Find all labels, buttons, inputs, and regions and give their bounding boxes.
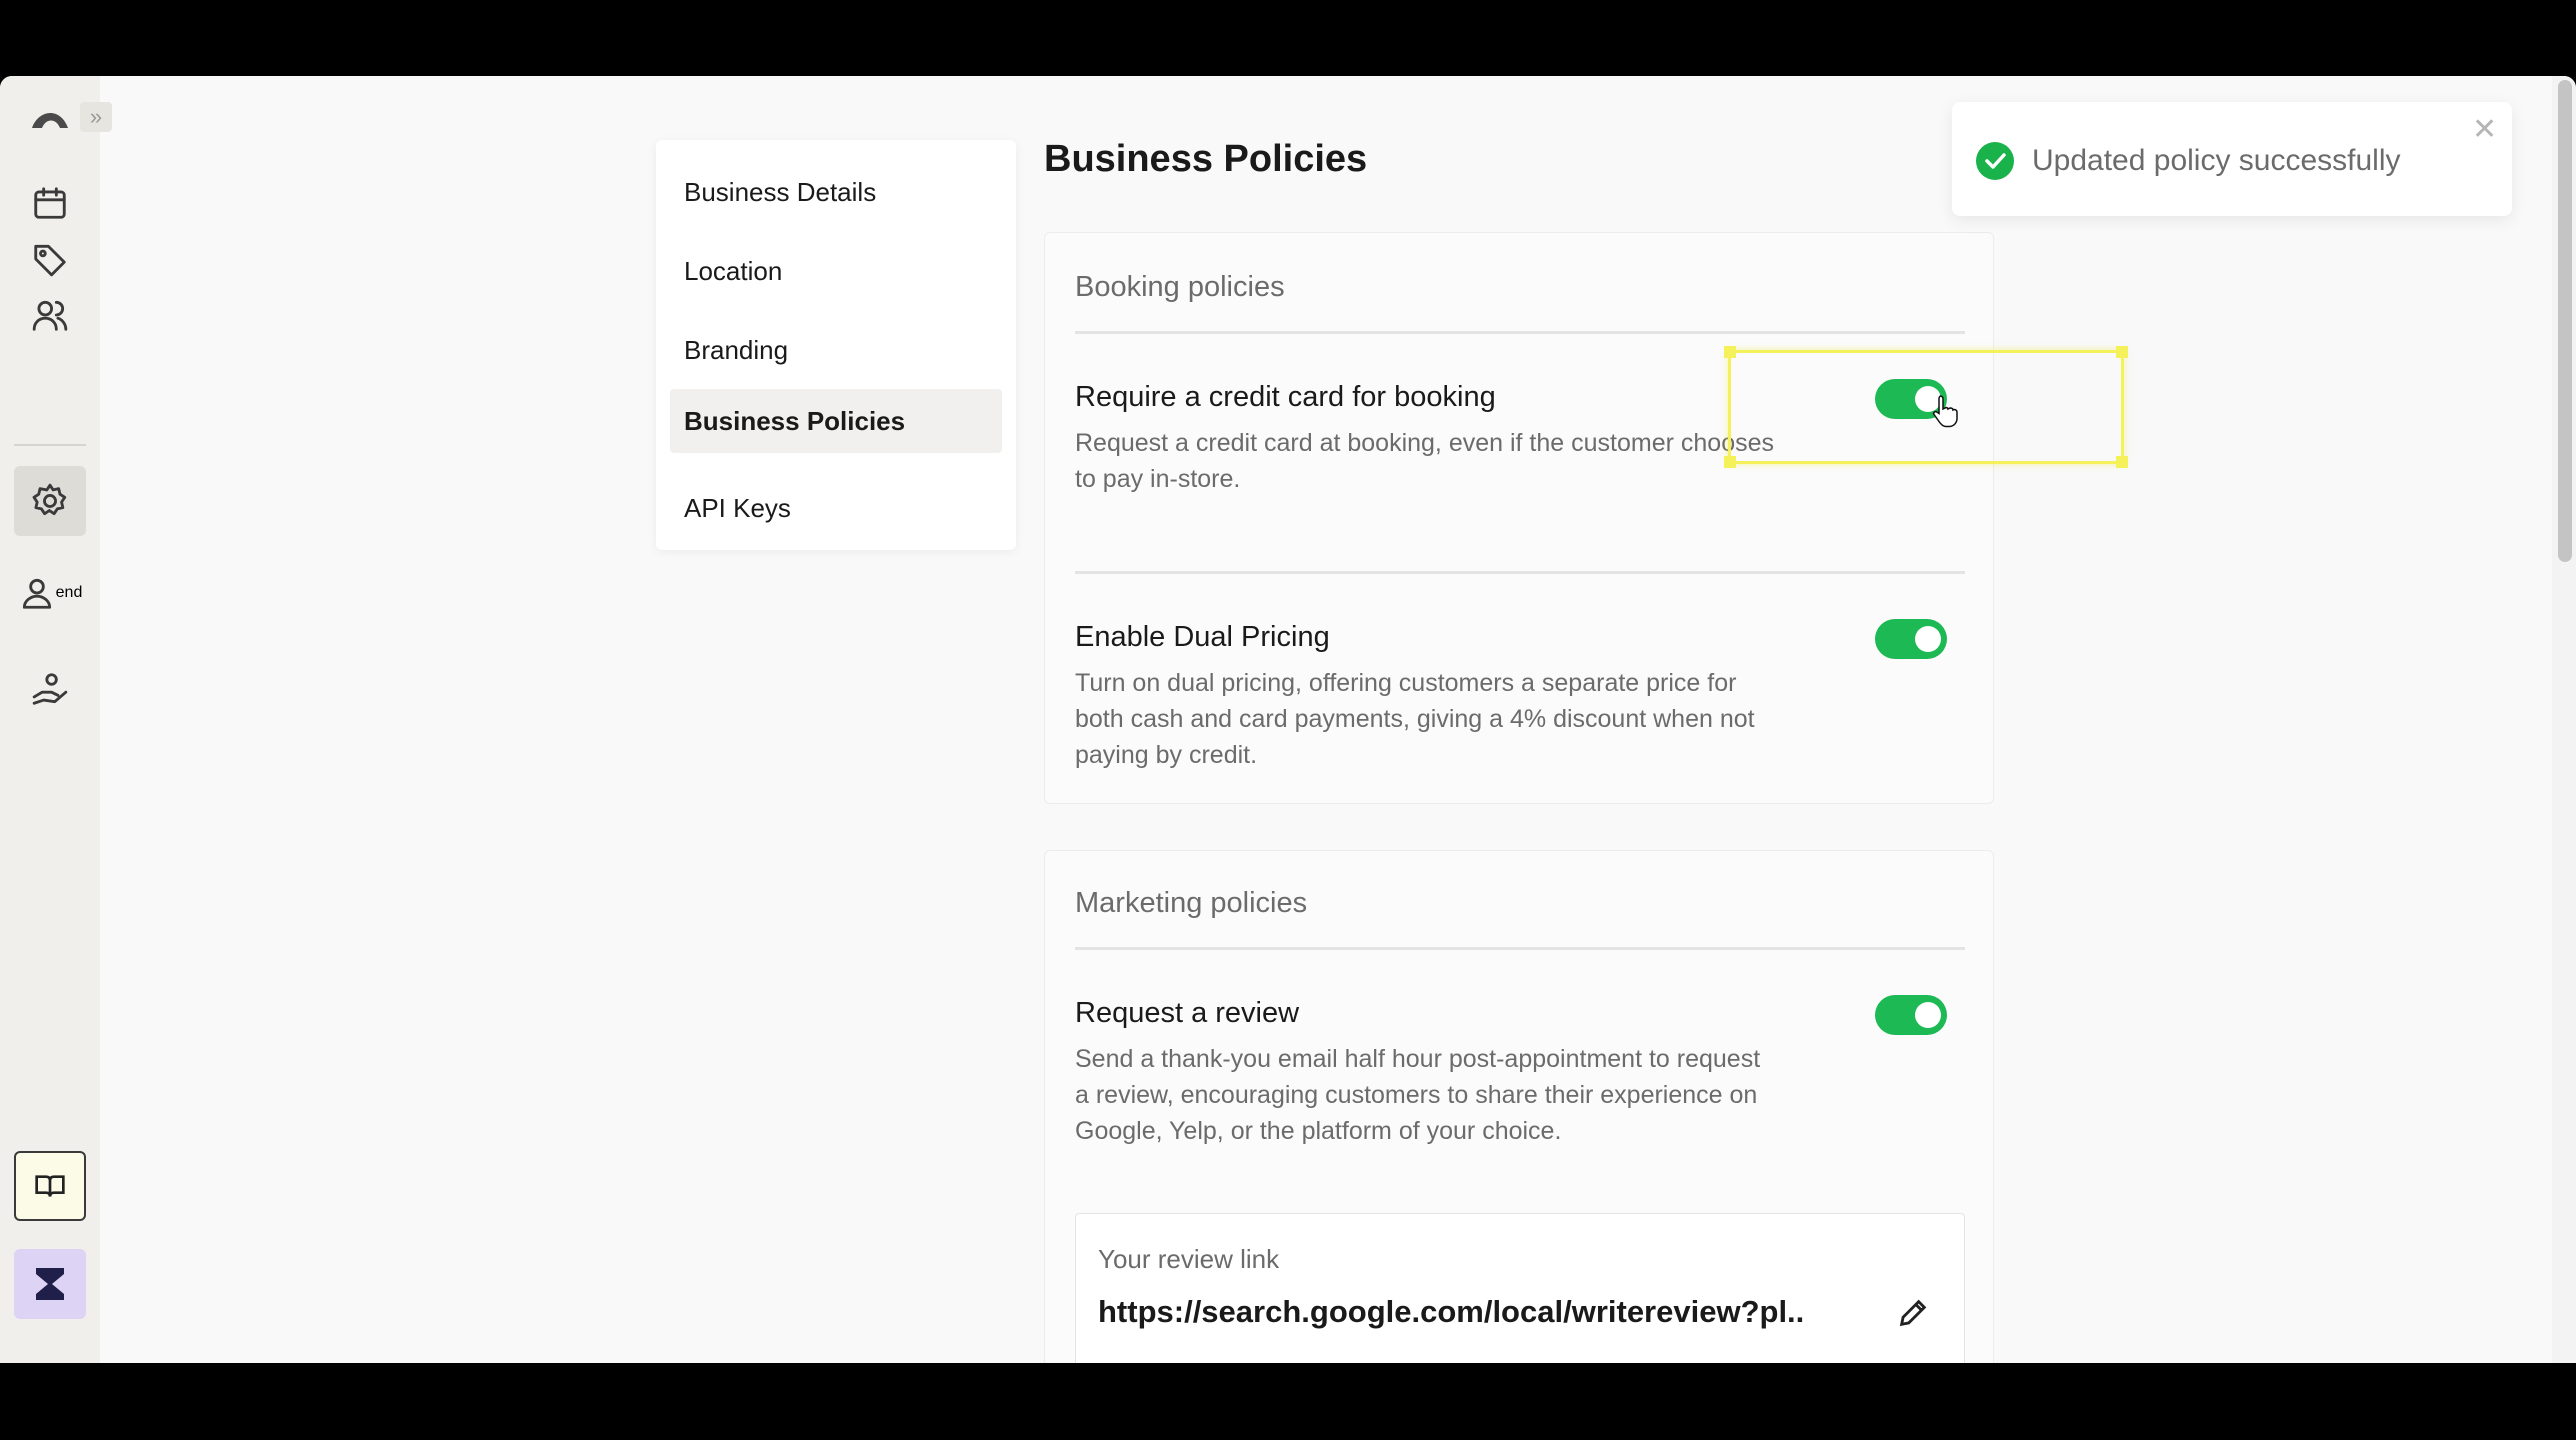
marketing-policies-card: Marketing policies Request a review Send… [1044, 850, 1994, 1363]
success-toast: Updated policy successfully ✕ [1952, 102, 2512, 216]
request-review-option-desc: Send a thank-you email half hour post-ap… [1075, 1045, 1761, 1145]
sidebar-rail: » end [0, 76, 112, 1363]
nav-item-business-policies[interactable]: Business Policies [670, 389, 1002, 453]
dual-pricing-toggle[interactable] [1875, 619, 1947, 659]
request-review-toggle[interactable] [1875, 995, 1947, 1035]
request-review-option-title: Request a review [1075, 997, 1300, 1029]
divider [1075, 331, 1965, 334]
divider [1075, 947, 1965, 950]
booking-policies-heading: Booking policies [1075, 271, 1285, 303]
app-window: » end Business Details Location Branding… [0, 76, 2576, 1363]
review-link-value: https://search.google.com/local/writerev… [1098, 1294, 1805, 1329]
marketing-policies-heading: Marketing policies [1075, 887, 1308, 919]
review-link-label: Your review link [1098, 1244, 1280, 1274]
page-title: Business Policies [1044, 138, 1368, 180]
dual-pricing-option-desc: Turn on dual pricing, offering customers… [1075, 669, 1755, 769]
nav-item-business-details[interactable]: Business Details [670, 160, 1002, 224]
nav-item-branding[interactable]: Branding [670, 318, 1002, 382]
close-icon[interactable]: ✕ [2472, 112, 2497, 147]
rail-divider [14, 444, 86, 446]
gear-icon[interactable] [14, 466, 86, 536]
logo-icon [32, 112, 68, 128]
pencil-icon[interactable] [1896, 1296, 1930, 1330]
nav-item-api-keys[interactable]: API Keys [670, 476, 1002, 540]
hourglass-icon[interactable] [14, 1249, 86, 1319]
hand-cursor-icon [1932, 395, 1958, 428]
toast-message: Updated policy successfully [2032, 144, 2401, 177]
hand-heart-icon[interactable] [14, 654, 86, 724]
settings-nav: Business Details Location Branding Busin… [656, 140, 1016, 550]
window-top-bar [0, 0, 2576, 76]
divider [1075, 571, 1965, 574]
review-link-field[interactable]: Your review link https://search.google.c… [1075, 1213, 1965, 1363]
expand-sidebar-button[interactable]: » [80, 102, 112, 132]
window-bottom-bar [0, 1363, 2576, 1440]
credit-card-option-desc: Request a credit card at booking, even i… [1075, 429, 1774, 493]
nav-item-location[interactable]: Location [670, 239, 1002, 303]
book-icon[interactable] [14, 1151, 86, 1221]
dual-pricing-option-title: Enable Dual Pricing [1075, 621, 1330, 653]
highlight-box [1724, 346, 2128, 468]
booking-policies-card: Booking policies Require a credit card f… [1044, 232, 1994, 804]
credit-card-option-title: Require a credit card for booking [1075, 381, 1496, 413]
scrollbar-thumb[interactable] [2558, 80, 2572, 562]
person-icon[interactable]: end [14, 558, 86, 628]
check-circle-icon [1976, 142, 2014, 180]
users-icon[interactable] [14, 280, 86, 350]
